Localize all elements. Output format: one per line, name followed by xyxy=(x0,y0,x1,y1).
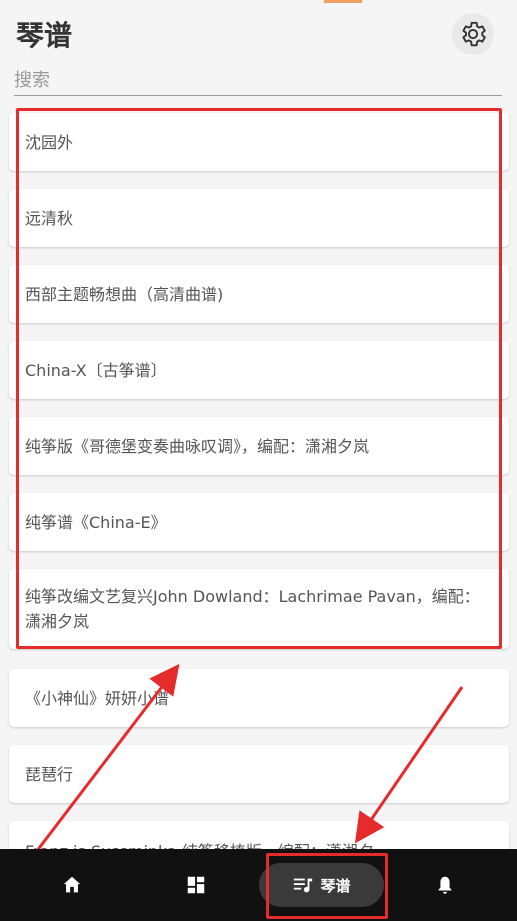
bottom-navigation: 琴谱 xyxy=(0,849,517,921)
list-item-title: 纯筝版《哥德堡变奏曲咏叹调》，编配：潇湘夕岚 xyxy=(25,436,370,456)
search-input[interactable] xyxy=(14,66,502,95)
list-item-title: 西部主题畅想曲（高清曲谱) xyxy=(25,284,224,304)
nav-notifications[interactable] xyxy=(423,863,467,907)
app-header: 琴谱 xyxy=(0,0,517,100)
home-icon xyxy=(63,876,81,893)
list-item[interactable]: China-X〔古筝谱〕 xyxy=(9,341,509,399)
list-item[interactable]: 《小神仙》妍妍小谱 xyxy=(9,669,509,727)
nav-home[interactable] xyxy=(50,863,94,907)
nav-scores[interactable]: 琴谱 xyxy=(259,863,384,907)
settings-button[interactable] xyxy=(452,13,494,55)
list-item[interactable]: 纯筝谱《China-E》 xyxy=(9,493,509,551)
gear-icon xyxy=(462,21,486,47)
list-item-title: 沈园外 xyxy=(25,132,74,152)
list-item-title: 远清秋 xyxy=(25,208,74,228)
list-item[interactable]: 纯筝改编文艺复兴John Dowland：Lachrimae Pavan，编配：… xyxy=(9,569,509,649)
list-item[interactable]: 西部主题畅想曲（高清曲谱) xyxy=(9,265,509,323)
list-item-title: 琵琶行 xyxy=(25,764,74,784)
list-item[interactable]: 琵琶行 xyxy=(9,745,509,803)
list-item-title: 《小神仙》妍妍小谱 xyxy=(25,688,170,708)
list-item[interactable]: 纯筝版《哥德堡变奏曲咏叹调》，编配：潇湘夕岚 xyxy=(9,417,509,475)
page-title: 琴谱 xyxy=(16,19,73,52)
bell-icon xyxy=(438,876,452,894)
list-item[interactable]: 远清秋 xyxy=(9,189,509,247)
list-item-title: China-X〔古筝谱〕 xyxy=(25,360,167,380)
dashboard-icon xyxy=(187,876,205,894)
search-field[interactable] xyxy=(14,66,502,96)
nav-dashboard[interactable] xyxy=(174,863,218,907)
list-item-title: 纯筝谱《China-E》 xyxy=(25,512,167,532)
nav-scores-label: 琴谱 xyxy=(320,876,351,895)
list-item[interactable]: 沈园外 xyxy=(9,113,509,171)
music-list-icon xyxy=(294,878,313,893)
list-item-title: 纯筝改编文艺复兴John Dowland：Lachrimae Pavan，编配：… xyxy=(25,587,480,631)
